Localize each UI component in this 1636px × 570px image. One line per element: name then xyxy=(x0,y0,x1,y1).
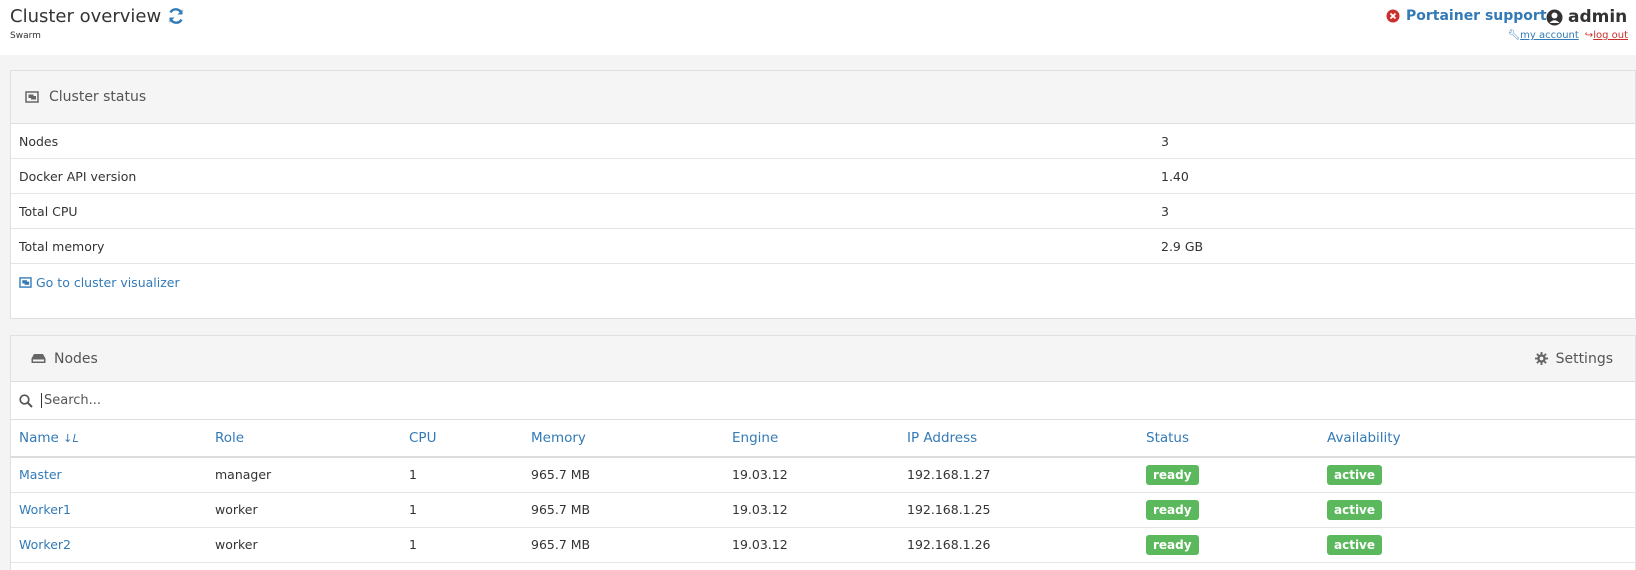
search-bar xyxy=(11,382,1635,420)
node-engine: 19.03.12 xyxy=(724,527,899,563)
status-row-nodes: Nodes 3 xyxy=(11,124,1635,159)
node-ip: 192.168.1.25 xyxy=(899,492,1138,528)
availability-badge: active xyxy=(1327,499,1383,520)
node-role: worker xyxy=(207,527,401,563)
status-row-total-cpu: Total CPU 3 xyxy=(11,194,1635,229)
settings-label: Settings xyxy=(1555,350,1613,367)
availability-badge: active xyxy=(1327,534,1383,555)
settings-button[interactable]: Settings xyxy=(1534,350,1613,367)
table-row: Worker1 worker 1 965.7 MB 19.03.12 192.1… xyxy=(11,492,1636,528)
node-cpu: 1 xyxy=(401,527,523,563)
node-engine: 19.03.12 xyxy=(724,492,899,528)
sort-alpha-icon: ↓𝐿 xyxy=(63,432,79,445)
node-role: manager xyxy=(207,457,401,493)
nodes-title: Nodes xyxy=(54,350,98,367)
status-badge: ready xyxy=(1146,464,1199,485)
user-label: admin xyxy=(1568,7,1628,27)
status-badge: ready xyxy=(1146,534,1199,555)
column-header-engine[interactable]: Engine xyxy=(724,420,899,458)
refresh-icon[interactable] xyxy=(166,6,186,26)
node-memory: 965.7 MB xyxy=(523,457,724,493)
column-header-status[interactable]: Status xyxy=(1138,420,1319,458)
portainer-support-link[interactable]: Portainer support xyxy=(1386,8,1547,24)
object-group-icon xyxy=(19,276,32,288)
support-label: Portainer support xyxy=(1406,8,1547,24)
column-label: Name xyxy=(19,430,59,446)
log-out-label: log out xyxy=(1593,30,1628,41)
nodes-heading: Nodes Settings xyxy=(11,336,1635,382)
table-row: Worker2 worker 1 965.7 MB 19.03.12 192.1… xyxy=(11,527,1636,563)
status-key: Total CPU xyxy=(19,203,78,219)
user-name: admin xyxy=(1546,7,1627,27)
column-header-name[interactable]: Name ↓𝐿 xyxy=(11,420,207,458)
node-name-link[interactable]: Master xyxy=(19,467,62,482)
status-value: 3 xyxy=(1161,203,1169,219)
user-circle-icon xyxy=(1546,9,1563,25)
node-cpu: 1 xyxy=(401,492,523,528)
times-circle-icon xyxy=(1386,9,1400,23)
column-header-memory[interactable]: Memory xyxy=(523,420,724,458)
status-key: Total memory xyxy=(19,238,105,254)
node-name-link[interactable]: Worker2 xyxy=(19,537,71,552)
cog-icon xyxy=(1534,352,1548,365)
node-cpu: 1 xyxy=(401,457,523,493)
status-value: 2.9 GB xyxy=(1161,238,1204,254)
status-value: 3 xyxy=(1161,133,1169,149)
wrench-icon: 🔧︎ xyxy=(1507,30,1521,41)
cluster-visualizer-label: Go to cluster visualizer xyxy=(36,274,180,290)
column-header-role[interactable]: Role xyxy=(207,420,401,458)
status-badge: ready xyxy=(1146,499,1199,520)
log-out-link[interactable]: ↪log out xyxy=(1585,30,1628,41)
status-row-total-memory: Total memory 2.9 GB xyxy=(11,229,1635,264)
cluster-status-heading: Cluster status xyxy=(11,71,1635,124)
status-value: 1.40 xyxy=(1161,168,1189,184)
object-group-icon xyxy=(25,91,39,103)
column-header-ip-address[interactable]: IP Address xyxy=(899,420,1138,458)
node-ip: 192.168.1.27 xyxy=(899,457,1138,493)
status-key: Nodes xyxy=(19,133,59,149)
node-memory: 965.7 MB xyxy=(523,492,724,528)
table-row: Master manager 1 965.7 MB 19.03.12 192.1… xyxy=(11,457,1636,493)
node-memory: 965.7 MB xyxy=(523,527,724,563)
node-role: worker xyxy=(207,492,401,528)
cluster-visualizer-link[interactable]: Go to cluster visualizer xyxy=(11,264,1635,300)
column-header-cpu[interactable]: CPU xyxy=(401,420,523,458)
node-name-link[interactable]: Worker1 xyxy=(19,502,71,517)
table-header-row: Name ↓𝐿 Role CPU Memory Engine IP Addres… xyxy=(11,420,1636,458)
nodes-table: Name ↓𝐿 Role CPU Memory Engine IP Addres… xyxy=(11,420,1636,563)
node-engine: 19.03.12 xyxy=(724,457,899,493)
search-icon xyxy=(19,393,33,408)
cluster-status-panel: Cluster status Nodes 3 Docker API versio… xyxy=(10,70,1636,319)
account-links: 🔧︎my account ↪log out xyxy=(1507,30,1628,41)
sign-out-icon: ↪ xyxy=(1584,30,1594,41)
page-header: Cluster overview Swarm Portainer support… xyxy=(0,0,1636,55)
node-ip: 192.168.1.26 xyxy=(899,527,1138,563)
page-subtitle: Swarm xyxy=(10,31,41,41)
nodes-panel: Nodes Settings Search... Name ↓𝐿 Role CP… xyxy=(10,335,1636,570)
availability-badge: active xyxy=(1327,464,1383,485)
status-key: Docker API version xyxy=(19,168,137,184)
cluster-status-title: Cluster status xyxy=(49,89,147,105)
page-title: Cluster overview xyxy=(10,6,162,27)
my-account-label: my account xyxy=(1520,30,1579,41)
status-row-api-version: Docker API version 1.40 xyxy=(11,159,1635,194)
search-input[interactable] xyxy=(41,393,641,408)
my-account-link[interactable]: 🔧︎my account xyxy=(1507,30,1578,41)
column-header-availability[interactable]: Availability xyxy=(1319,420,1636,458)
hdd-icon xyxy=(31,354,46,363)
